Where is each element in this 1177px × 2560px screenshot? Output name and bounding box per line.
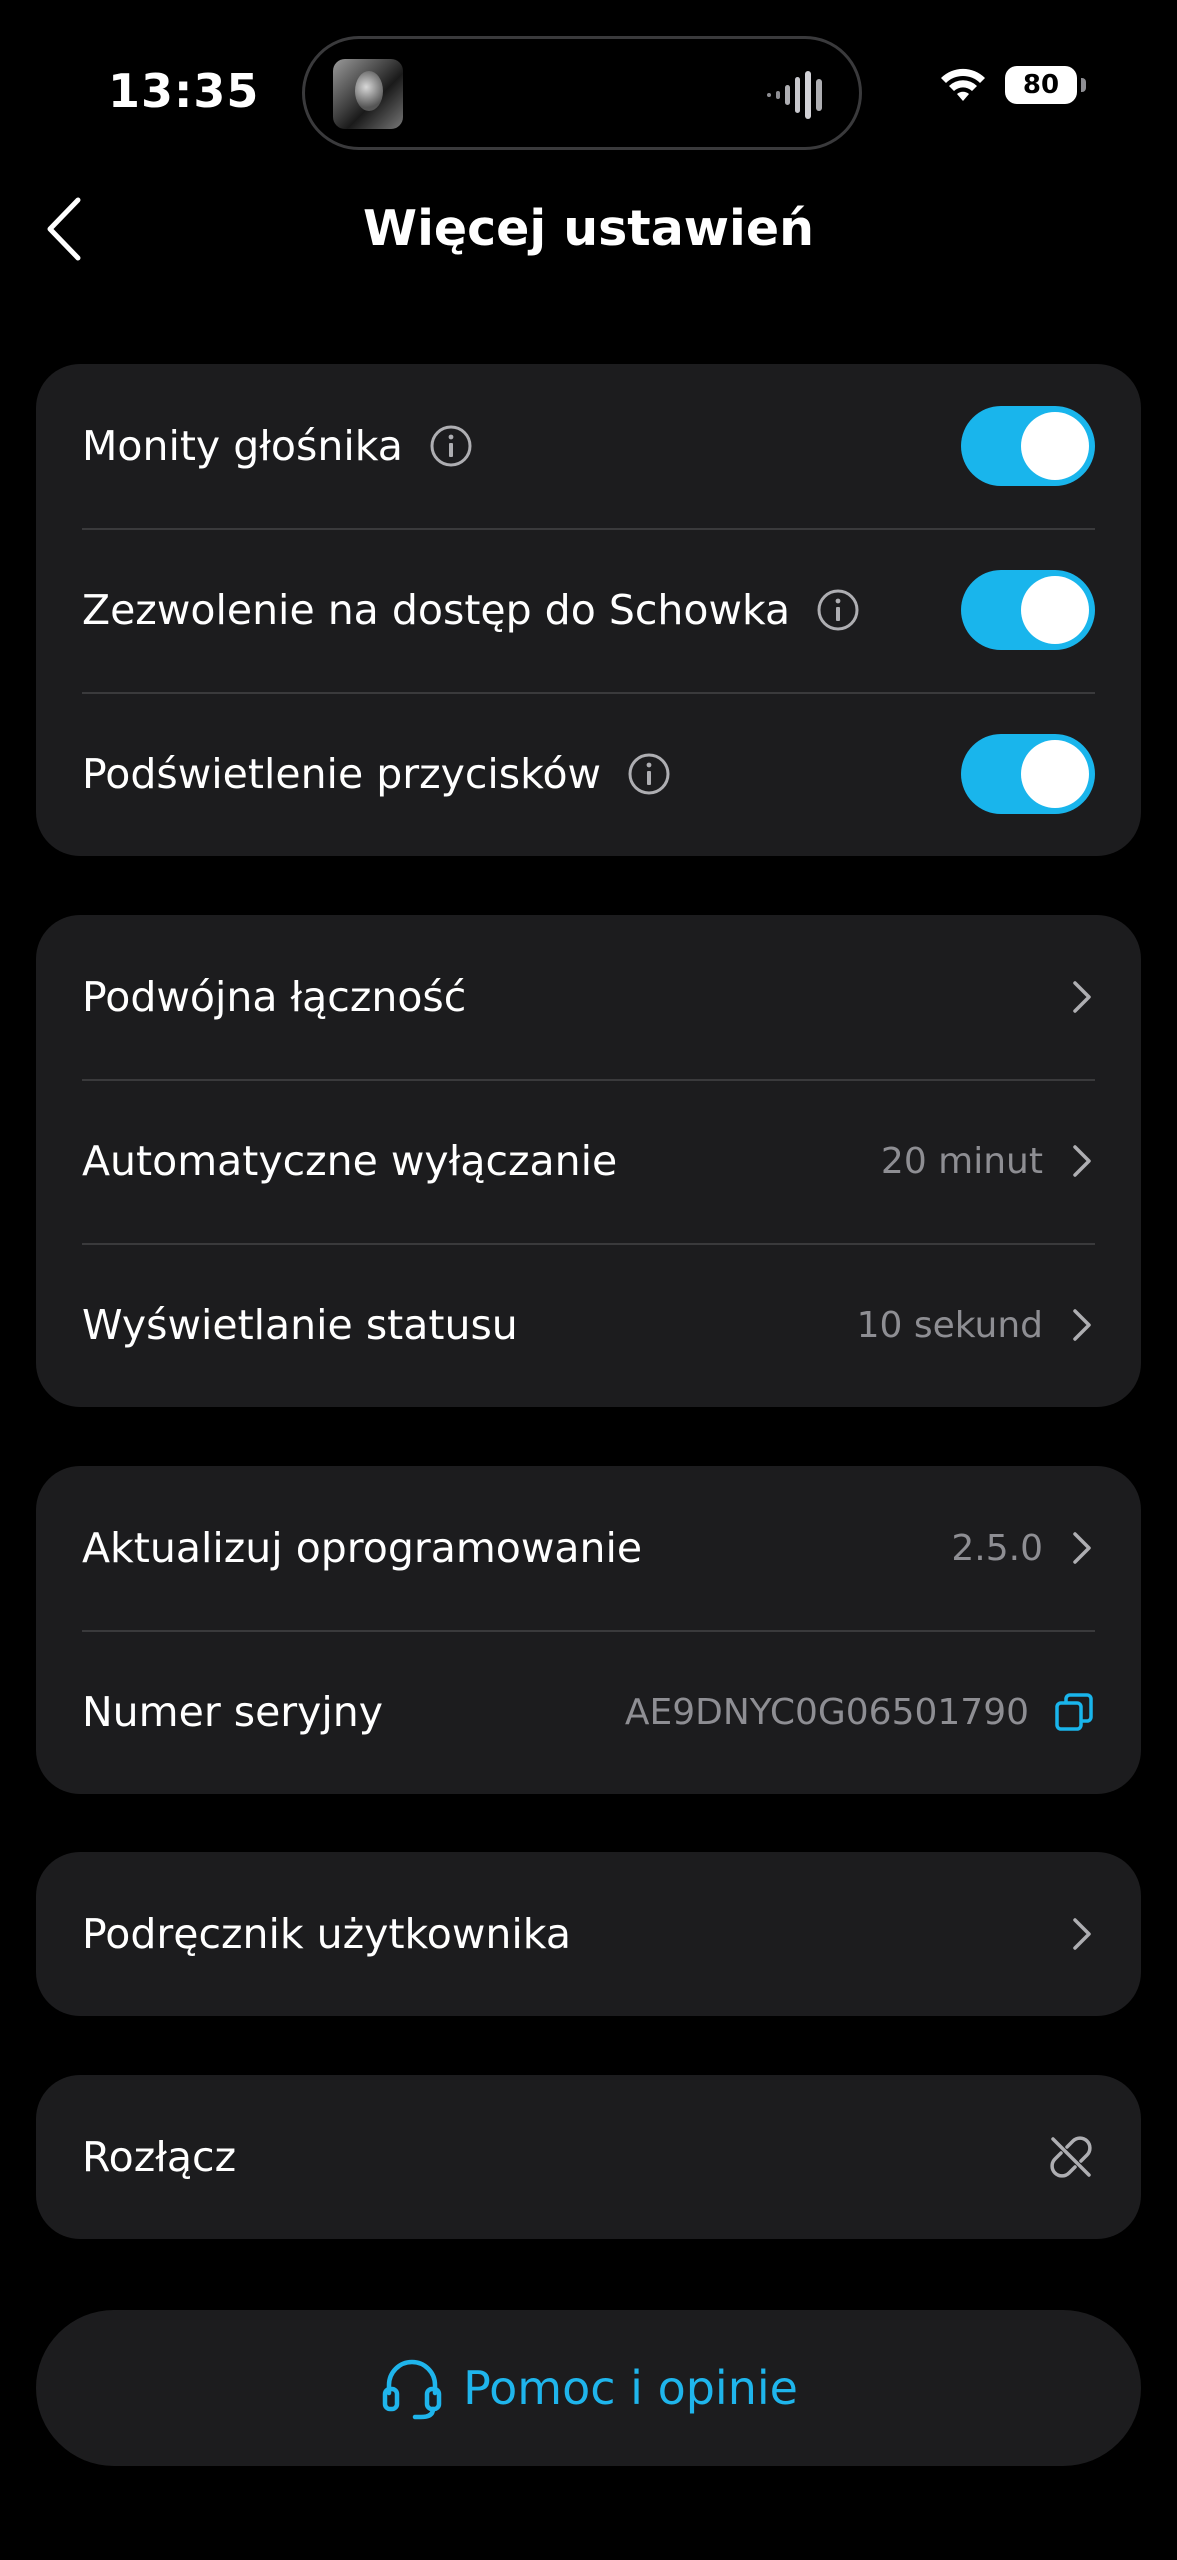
help-button-label: Pomoc i opinie xyxy=(463,2361,798,2415)
setting-row-disconnect[interactable]: Rozłącz xyxy=(36,2075,1141,2239)
manual-card: Podręcznik użytkownika xyxy=(36,1852,1141,2016)
setting-row-button-backlight: Podświetlenie przycisków xyxy=(36,692,1141,856)
nav-header: Więcej ustawień xyxy=(0,180,1177,280)
setting-row-speaker-prompts: Monity głośnika xyxy=(36,364,1141,528)
info-icon[interactable] xyxy=(429,424,473,468)
setting-label: Aktualizuj oprogramowanie xyxy=(82,1524,643,1572)
dynamic-island[interactable] xyxy=(302,36,862,150)
clipboard-access-toggle[interactable] xyxy=(961,570,1095,650)
battery-indicator: 80 xyxy=(1005,66,1086,104)
copy-icon[interactable] xyxy=(1053,1691,1095,1733)
speaker-prompts-toggle[interactable] xyxy=(961,406,1095,486)
setting-row-auto-off[interactable]: Automatyczne wyłączanie 20 minut xyxy=(36,1079,1141,1243)
firmware-version: 2.5.0 xyxy=(951,1527,1043,1569)
setting-label: Wyświetlanie statusu xyxy=(82,1301,518,1349)
button-backlight-toggle[interactable] xyxy=(961,734,1095,814)
wifi-icon xyxy=(941,68,985,101)
album-art-thumbnail xyxy=(333,59,403,129)
setting-label: Zezwolenie na dostęp do Schowka xyxy=(82,586,791,634)
help-feedback-button[interactable]: Pomoc i opinie xyxy=(36,2310,1141,2466)
setting-value: 20 minut xyxy=(880,1140,1043,1182)
toggle-knob xyxy=(1021,740,1089,808)
audio-waveform-icon xyxy=(767,71,822,119)
page-title: Więcej ustawień xyxy=(363,200,814,257)
info-icon[interactable] xyxy=(816,588,860,632)
toggles-card: Monity głośnika Zezwolenie na dostęp do … xyxy=(36,364,1141,856)
serial-number-value: AE9DNYC0G06501790 xyxy=(624,1691,1029,1733)
setting-label: Numer seryjny xyxy=(82,1688,384,1736)
toggle-knob xyxy=(1021,576,1089,644)
status-bar: 13:35 80 xyxy=(0,0,1177,190)
info-icon[interactable] xyxy=(627,752,671,796)
chevron-right-icon xyxy=(1067,1528,1095,1568)
headset-icon xyxy=(382,2359,442,2420)
setting-label: Automatyczne wyłączanie xyxy=(82,1137,618,1185)
setting-label: Rozłącz xyxy=(82,2133,237,2181)
setting-label: Podświetlenie przycisków xyxy=(82,750,602,798)
setting-row-firmware-update[interactable]: Aktualizuj oprogramowanie 2.5.0 xyxy=(36,1466,1141,1630)
chevron-right-icon xyxy=(1067,977,1095,1017)
setting-value: 10 sekund xyxy=(856,1304,1043,1346)
unlink-icon xyxy=(1047,2133,1095,2181)
setting-row-serial-number: Numer seryjny AE9DNYC0G06501790 xyxy=(36,1630,1141,1794)
disconnect-card: Rozłącz xyxy=(36,2075,1141,2239)
setting-label: Monity głośnika xyxy=(82,422,403,470)
setting-row-status-display[interactable]: Wyświetlanie statusu 10 sekund xyxy=(36,1243,1141,1407)
setting-row-dual-connection[interactable]: Podwójna łączność xyxy=(36,915,1141,1079)
device-info-card: Aktualizuj oprogramowanie 2.5.0 Numer se… xyxy=(36,1466,1141,1794)
setting-row-user-manual[interactable]: Podręcznik użytkownika xyxy=(36,1852,1141,2016)
status-time: 13:35 xyxy=(108,64,260,118)
chevron-right-icon xyxy=(1067,1305,1095,1345)
setting-label: Podwójna łączność xyxy=(82,973,467,1021)
setting-label: Podręcznik użytkownika xyxy=(82,1910,571,1958)
chevron-right-icon xyxy=(1067,1914,1095,1954)
setting-row-clipboard-access: Zezwolenie na dostęp do Schowka xyxy=(36,528,1141,692)
connection-card: Podwójna łączność Automatyczne wyłączani… xyxy=(36,915,1141,1407)
toggle-knob xyxy=(1021,412,1089,480)
system-icons: 80 xyxy=(939,66,1086,104)
chevron-right-icon xyxy=(1067,1141,1095,1181)
